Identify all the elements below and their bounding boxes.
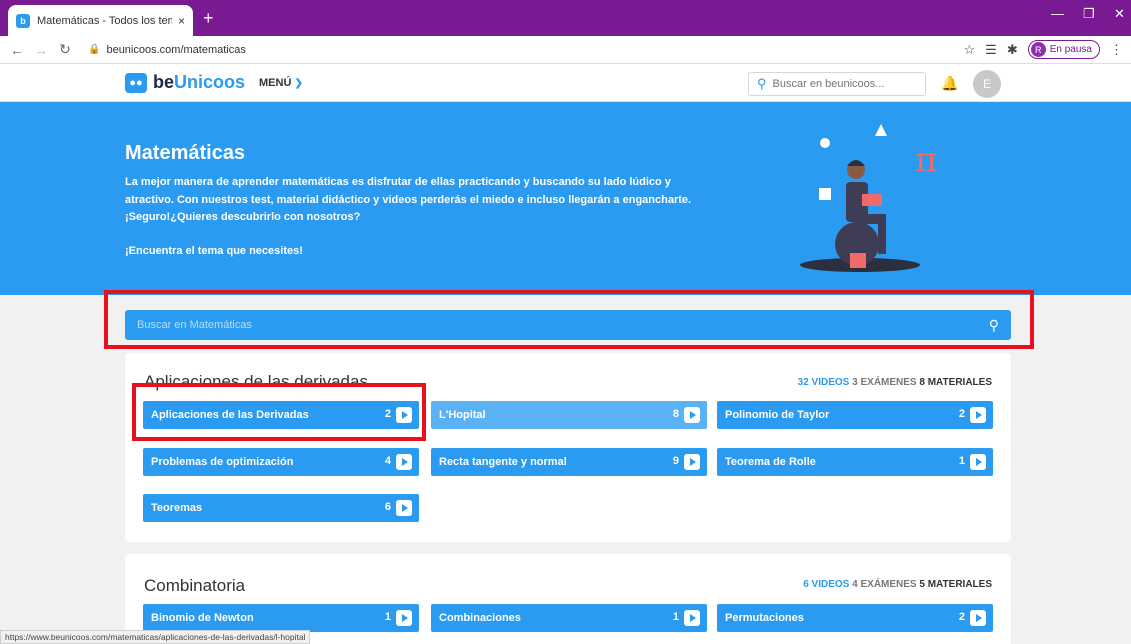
bookmark-star-icon[interactable]: ☆ [964,42,976,58]
topic-button[interactable]: Problemas de optimización 4 [143,448,419,476]
videos-count[interactable]: 6 VIDEOS [803,579,849,590]
exams-count[interactable]: 3 EXÁMENES [852,377,916,388]
topic-video-count: 6 [384,501,391,513]
forward-icon[interactable]: → [34,42,48,58]
topic-label: Recta tangente y normal [439,456,567,468]
site-header: ●● beUnicoos MENÚ ❯ ⚲ 🔔 E [0,64,1131,102]
topic-label: L'Hopital [439,409,486,421]
videos-count[interactable]: 32 VIDEOS [798,377,850,388]
close-window-icon[interactable]: ✕ [1114,6,1125,22]
site-favicon-icon: b [16,13,30,28]
topic-label: Teorema de Rolle [725,456,816,468]
topic-button[interactable]: Permutaciones 2 [717,604,993,632]
bell-icon[interactable]: 🔔 [941,75,958,92]
topic-label: Teoremas [151,502,203,514]
browser-tabstrip: b Matemáticas - Todos los temas × + — ❐ … [0,0,1131,36]
address-bar: ← → ↻ 🔒 beunicoos.com/matematicas ☆ ☰ ✱ … [0,36,1131,64]
site-search[interactable]: ⚲ [748,72,926,96]
hero-description: La mejor manera de aprender matemáticas … [125,176,692,223]
user-avatar[interactable]: E [973,70,1001,98]
play-icon [684,407,700,423]
topic-video-count: 9 [672,455,679,467]
extensions-puzzle-icon[interactable]: ✱ [1007,42,1018,58]
status-bar-url: https://www.beunicoos.com/matematicas/ap… [0,630,311,644]
browser-tab[interactable]: b Matemáticas - Todos los temas × [8,5,193,36]
site-search-input[interactable] [772,78,913,90]
logo-mark-icon: ●● [125,72,147,93]
topic-video-count: 2 [958,611,965,623]
reload-icon[interactable]: ↻ [58,41,72,58]
extension-icon[interactable]: ☰ [985,42,997,58]
search-icon: ⚲ [757,76,767,91]
lock-icon[interactable]: 🔒 [88,44,100,55]
browser-toolbar-right: ☆ ☰ ✱ R En pausa ⋮ [964,40,1123,59]
section-card: Aplicaciones de las derivadas 32 VIDEOS … [125,353,1011,542]
profile-status: En pausa [1049,44,1092,55]
play-icon [396,454,412,470]
topic-label: Combinaciones [439,612,521,624]
menu-button[interactable]: MENÚ ❯ [259,77,303,89]
topic-video-count: 1 [958,455,965,467]
profile-button[interactable]: R En pausa [1027,40,1100,59]
profile-avatar: R [1030,42,1046,57]
topic-video-count: 1 [384,611,391,623]
topic-video-count: 2 [958,408,965,420]
url-field[interactable]: beunicoos.com/matematicas [106,44,245,56]
topic-video-count: 1 [672,611,679,623]
materials-count[interactable]: 8 MATERIALES [919,377,992,388]
topic-label: Polinomio de Taylor [725,409,830,421]
section-stats: 32 VIDEOS 3 EXÁMENES 8 MATERIALES [798,377,992,388]
topic-button[interactable]: L'Hopital 8 [431,401,707,429]
restore-icon[interactable]: ❐ [1083,6,1095,22]
play-icon [684,610,700,626]
topic-button[interactable]: Binomio de Newton 1 [143,604,419,632]
reading-person-illustration: π [800,124,937,272]
topic-button[interactable]: Polinomio de Taylor 2 [717,401,993,429]
hero-cta: ¡Encuentra el tema que necesites! [125,245,303,257]
topic-video-count: 4 [384,455,391,467]
topic-highlight-box [132,383,426,441]
play-icon [396,610,412,626]
play-icon [970,610,986,626]
topic-video-count: 8 [672,408,679,420]
topic-button[interactable]: Combinaciones 1 [431,604,707,632]
topic-button[interactable]: Recta tangente y normal 9 [431,448,707,476]
back-icon[interactable]: ← [10,42,24,58]
topic-label: Binomio de Newton [151,612,254,624]
menu-label: MENÚ [259,77,292,89]
chevron-down-icon: ❯ [294,78,303,89]
new-tab-button[interactable]: + [203,9,214,27]
page-title: Matemáticas [125,142,246,164]
exams-count[interactable]: 4 EXÁMENES [852,579,916,590]
svg-text:π: π [915,140,937,180]
section-title: Combinatoria [144,576,246,595]
tab-close-icon[interactable]: × [178,14,185,28]
search-highlight-box [104,290,1034,349]
topic-button[interactable]: Teoremas 6 [143,494,419,522]
play-icon [970,407,986,423]
minimize-icon[interactable]: — [1051,6,1064,21]
site-logo[interactable]: ●● beUnicoos [125,72,245,93]
topic-label: Permutaciones [725,612,804,624]
section-stats: 6 VIDEOS 4 EXÁMENES 5 MATERIALES [803,579,992,590]
tab-title: Matemáticas - Todos los temas [37,14,172,27]
browser-menu-icon[interactable]: ⋮ [1110,42,1123,58]
play-icon [396,500,412,516]
hero-banner: Matemáticas La mejor manera de aprender … [0,102,1131,295]
materials-count[interactable]: 5 MATERIALES [919,579,992,590]
play-icon [684,454,700,470]
topic-button[interactable]: Teorema de Rolle 1 [717,448,993,476]
topic-label: Problemas de optimización [151,456,294,468]
play-icon [970,454,986,470]
logo-text: beUnicoos [153,72,246,92]
